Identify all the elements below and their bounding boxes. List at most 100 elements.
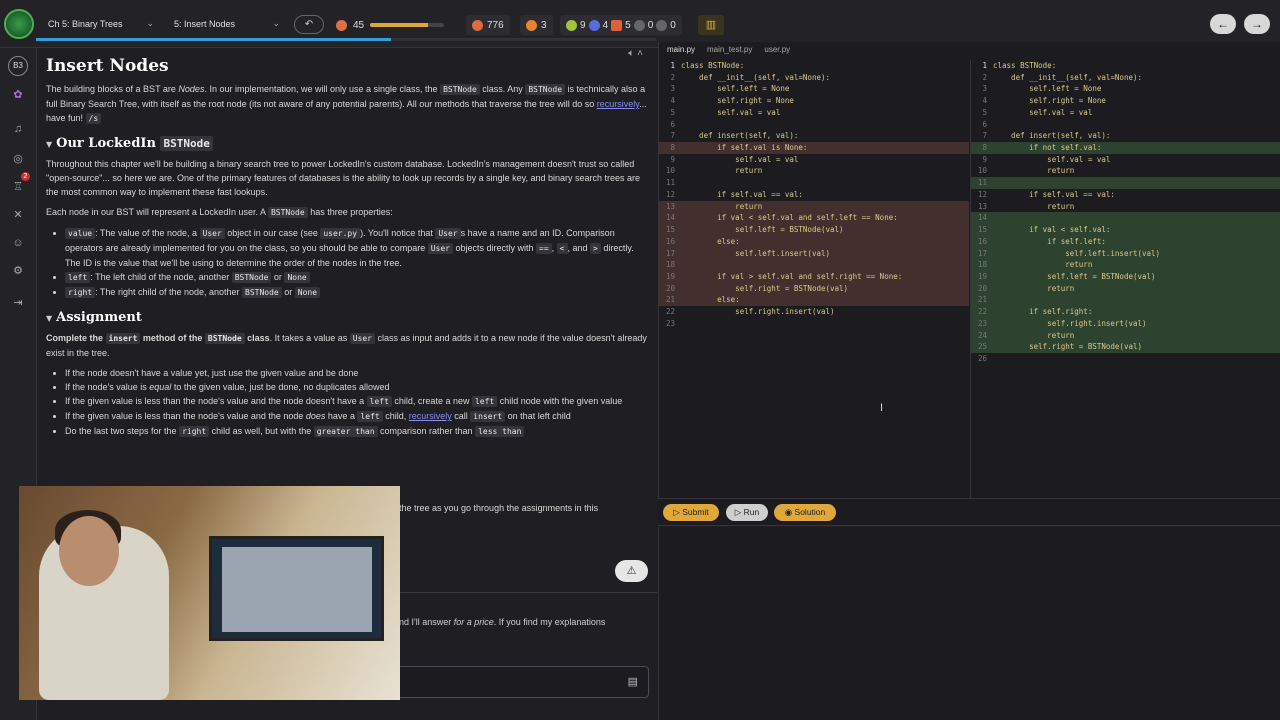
chevron-down-icon: ⌄	[272, 18, 280, 28]
diff-pane-left[interactable]: 1 class BSTNode: 2 def __init__(self, val=…	[659, 60, 969, 498]
left-code-line: 5 self.val = val	[659, 107, 969, 119]
tab-user-py[interactable]: user.py	[764, 42, 790, 58]
line-number: 8	[670, 143, 675, 153]
right-code-line: 20 return	[971, 282, 1280, 295]
clipboard-icon[interactable]: ▤	[628, 675, 638, 688]
code-text: if val > self.val and self.right == None…	[681, 271, 903, 281]
code-text: return	[681, 201, 763, 211]
line-number: 15	[665, 225, 675, 235]
left-code-line: 14 if val < self.val and self.left == No…	[659, 212, 969, 225]
line-number: 19	[977, 271, 987, 281]
flame-icon	[526, 19, 537, 31]
caret-down-icon: ▼	[46, 139, 53, 149]
left-code-line: 1 class BSTNode:	[659, 60, 969, 72]
trophy-icon[interactable]: ♖	[9, 178, 27, 196]
section-lockedin-bstnode[interactable]: ▼ Our LockedIn BSTNode	[46, 136, 649, 151]
right-code-line: 26	[971, 353, 1280, 365]
chapter-select[interactable]: Ch 5: Binary Trees ⌄	[42, 15, 160, 35]
line-number: 22	[977, 307, 987, 317]
streak-counter[interactable]: 3	[520, 15, 553, 35]
avatar-initials: B3	[13, 61, 23, 70]
character-icon[interactable]: ✿	[9, 86, 27, 104]
tab-main-py[interactable]: main.py	[667, 42, 695, 58]
stats-button[interactable]: ▥	[698, 15, 724, 35]
chat-input[interactable]: ▤	[399, 666, 649, 698]
line-number: 1	[670, 61, 675, 70]
left-code-line: 4 self.right = None	[659, 95, 969, 107]
speaker-icon[interactable]: 🔈︎ ˄	[628, 48, 643, 59]
bell-icon[interactable]: ♫	[9, 120, 27, 138]
line-number: 3	[670, 84, 675, 94]
left-code-line: 12 if self.val == val:	[659, 189, 969, 201]
left-code-line: 7 def insert(self, val):	[659, 130, 969, 142]
undo-button[interactable]: ↶	[294, 15, 324, 34]
code-text: self.val = val	[993, 154, 1111, 164]
tab-main-test-py[interactable]: main_test.py	[707, 42, 752, 58]
line-number: 13	[665, 201, 675, 211]
right-code-line: 7 def insert(self, val):	[971, 130, 1280, 142]
forward-button[interactable]: →	[1244, 14, 1270, 34]
tools-icon[interactable]: ✕	[9, 206, 27, 224]
list-item: If the node's value is equal to the give…	[65, 380, 649, 394]
submit-button[interactable]: ▷ Submit	[663, 504, 719, 521]
compass-icon[interactable]: ◎	[9, 150, 27, 168]
slot-b-value: 0	[670, 19, 676, 31]
code-text: return	[993, 260, 1093, 270]
potions-value: 9	[580, 19, 586, 31]
code-text: if self.val == val:	[993, 189, 1115, 199]
left-code-line: 6	[659, 119, 969, 131]
line-number: 21	[977, 295, 987, 305]
recursively-link[interactable]: recursively	[409, 411, 452, 421]
code-text: def __init__(self, val=None):	[681, 72, 831, 82]
gems-counter[interactable]: 776	[466, 15, 510, 35]
top-bar: Ch 5: Binary Trees ⌄ 5: Insert Nodes ⌄ ↶…	[0, 0, 1280, 48]
recursively-link[interactable]: recursively	[597, 99, 639, 109]
right-code-line: 12 if self.val == val:	[971, 189, 1280, 201]
section-assignment[interactable]: ▼ Assignment	[46, 310, 649, 325]
left-code-line: 23	[659, 318, 969, 330]
left-code-line: 10 return	[659, 165, 969, 177]
app-logo[interactable]	[4, 9, 34, 39]
xp-progress-fill	[370, 23, 428, 27]
report-issue-button[interactable]: ⚠	[615, 560, 648, 582]
solution-button[interactable]: ◉ Solution	[774, 504, 836, 521]
line-number: 10	[977, 166, 987, 176]
shields-value: 4	[602, 19, 609, 31]
right-code-line: 25 self.right = BSTNode(val)	[971, 341, 1280, 353]
right-code-line: 4 self.right = None	[971, 95, 1280, 107]
line-number: 19	[665, 271, 675, 281]
line-number: 18	[977, 260, 987, 270]
inventory-counters[interactable]: 9 4 5 0 0	[560, 15, 682, 35]
line-number: 20	[977, 283, 987, 293]
line-number: 17	[977, 248, 987, 258]
code-text: self.left = None	[993, 84, 1102, 94]
code-text: self.right = BSTNode(val)	[993, 342, 1143, 352]
avatar[interactable]: B3	[8, 56, 28, 76]
section1-paragraph: Throughout this chapter we'll be buildin…	[46, 159, 641, 197]
line-number: 1	[982, 61, 987, 70]
run-button[interactable]: ▷ Run	[726, 504, 768, 521]
lesson-title: Insert Nodes	[46, 56, 169, 76]
xp-icon	[336, 19, 347, 31]
community-icon[interactable]: ☺	[9, 234, 27, 252]
assignment-steps: If the node doesn't have a value yet, ju…	[65, 366, 649, 439]
line-number: 11	[665, 178, 675, 188]
code-text: def insert(self, val):	[993, 131, 1111, 141]
gear-icon[interactable]: ⚙	[9, 262, 27, 280]
text-cursor-icon: I	[880, 402, 884, 414]
logout-icon[interactable]: ⇥	[9, 294, 27, 312]
line-number: 8	[982, 143, 987, 153]
file-tabs: main.py main_test.py user.py	[659, 42, 1280, 58]
right-code-line: 23 self.right.insert(val)	[971, 317, 1280, 330]
left-code-line: 2 def __init__(self, val=None):	[659, 72, 969, 84]
shield-icon	[588, 19, 600, 31]
diff-pane-right[interactable]: 1 class BSTNode: 2 def __init__(self, val=…	[970, 60, 1280, 498]
code-text: def __init__(self, val=None):	[993, 72, 1143, 82]
left-code-line: 3 self.left = None	[659, 83, 969, 95]
line-number: 4	[982, 96, 987, 106]
caret-down-icon: ▼	[46, 313, 53, 323]
code-text: self.val = val	[993, 107, 1093, 117]
line-number: 16	[665, 236, 675, 246]
lesson-select[interactable]: 5: Insert Nodes ⌄	[168, 15, 286, 35]
back-button[interactable]: ←	[1210, 14, 1236, 34]
